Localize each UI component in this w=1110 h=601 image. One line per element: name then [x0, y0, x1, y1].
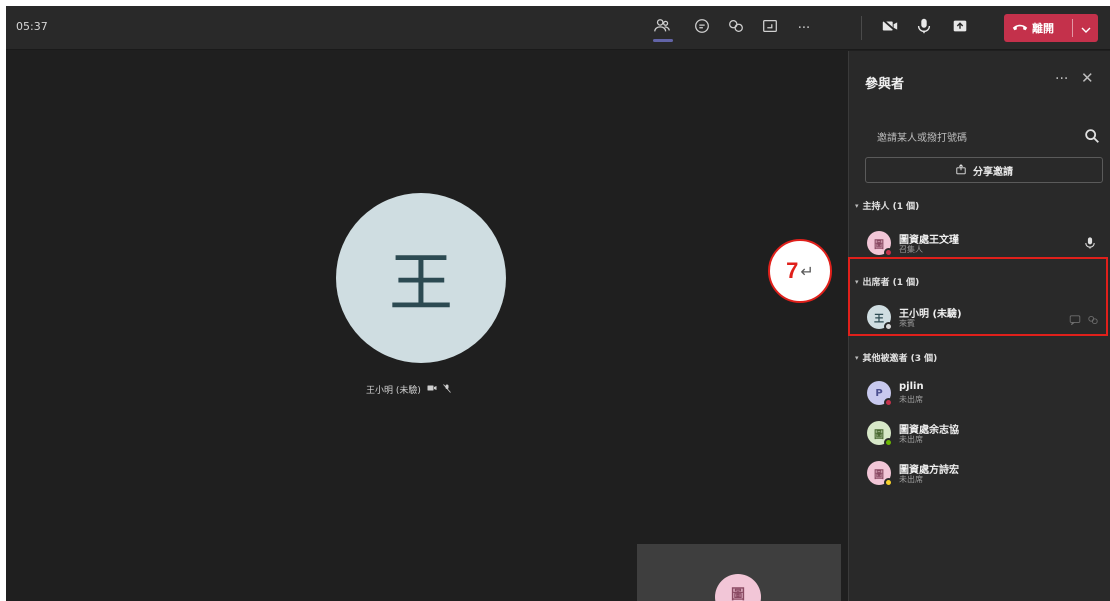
mic-icon [915, 17, 933, 39]
caret-down-icon: ▾ [855, 353, 859, 362]
participant-name: 王小明 (未驗) [366, 386, 421, 396]
participant-row[interactable]: 圖 圖資處余志協 未出席 [867, 419, 1103, 449]
participant-role: 召集人 [899, 245, 923, 254]
mic-icon [1083, 235, 1097, 249]
panel-more-button[interactable]: ··· [1055, 71, 1068, 87]
return-arrow-icon: ↵ [800, 261, 814, 281]
reactions-button[interactable] [724, 16, 748, 40]
share-invite-button[interactable]: 分享邀請 [865, 157, 1103, 183]
chat-button[interactable] [690, 16, 714, 40]
camera-off-icon [881, 17, 899, 39]
invite-search-input[interactable]: 邀請某人或撥打號碼 [865, 123, 1103, 149]
share-tray-button[interactable] [758, 16, 782, 40]
share-tray-icon [761, 17, 779, 39]
participant-row[interactable]: P pjlin 未出席 [867, 379, 1103, 409]
call-timer: 05:37 [16, 20, 48, 33]
invite-placeholder: 邀請某人或撥打號碼 [877, 132, 967, 144]
close-icon[interactable]: ✕ [1081, 69, 1094, 87]
step-number: 7 [786, 258, 799, 283]
video-stage: 王 王小明 (未驗) 圖 [6, 51, 848, 601]
share-content-icon [951, 17, 969, 39]
caret-down-icon: ▾ [855, 201, 859, 210]
leave-button[interactable]: 離開 [1004, 14, 1072, 42]
toolbar-divider [861, 16, 862, 40]
self-avatar: 圖 [715, 574, 761, 601]
participant-row[interactable]: 圖 圖資處王文瑾 召集人 [867, 229, 1103, 259]
participant-role: 未出席 [899, 475, 923, 484]
participant-avatar: 王 [336, 193, 506, 363]
share-invite-label: 分享邀請 [973, 166, 1013, 178]
participant-role: 未出席 [899, 395, 923, 404]
chevron-down-icon [1081, 19, 1091, 38]
status-indicator [884, 438, 893, 447]
reactions-icon [727, 17, 745, 39]
share-content-button[interactable] [948, 16, 972, 40]
camera-toggle-button[interactable] [878, 16, 902, 40]
share-icon [955, 163, 967, 178]
step-callout: 7 ↵ [768, 239, 832, 303]
phone-hangup-icon [1012, 22, 1028, 35]
leave-button-group: 離開 [1004, 14, 1098, 42]
more-icon: ··· [797, 20, 811, 36]
chat-icon [693, 17, 711, 39]
section-label: 其他被邀者 (3 個) [862, 354, 938, 364]
section-organizer[interactable]: ▾ 主持人 (1 個) [855, 199, 920, 213]
camera-off-icon [427, 384, 437, 395]
section-other-invitees[interactable]: ▾ 其他被邀者 (3 個) [855, 351, 938, 365]
participant-role: 未出席 [899, 435, 923, 444]
active-indicator [653, 39, 673, 42]
participant-name: pjlin [899, 381, 924, 392]
status-indicator [884, 478, 893, 487]
attendee-highlight-box [848, 257, 1108, 336]
participants-icon [653, 17, 671, 39]
meeting-toolbar: 05:37 ··· 離開 [6, 6, 1110, 50]
panel-title: 參與者 [865, 77, 905, 92]
participant-name-tag: 王小明 (未驗) [366, 383, 451, 396]
participant-row[interactable]: 圖 圖資處方詩宏 未出席 [867, 459, 1103, 489]
more-actions-button[interactable]: ··· [792, 16, 816, 40]
search-icon[interactable] [1083, 127, 1101, 145]
leave-label: 離開 [1032, 22, 1054, 35]
status-indicator [884, 248, 893, 257]
self-video-preview[interactable]: 圖 [637, 544, 841, 601]
mic-muted-icon [443, 383, 451, 396]
status-indicator [884, 398, 893, 407]
section-label: 主持人 (1 個) [862, 202, 920, 212]
mic-toggle-button[interactable] [912, 16, 936, 40]
participants-button[interactable] [650, 16, 674, 42]
leave-options-button[interactable] [1073, 19, 1098, 38]
